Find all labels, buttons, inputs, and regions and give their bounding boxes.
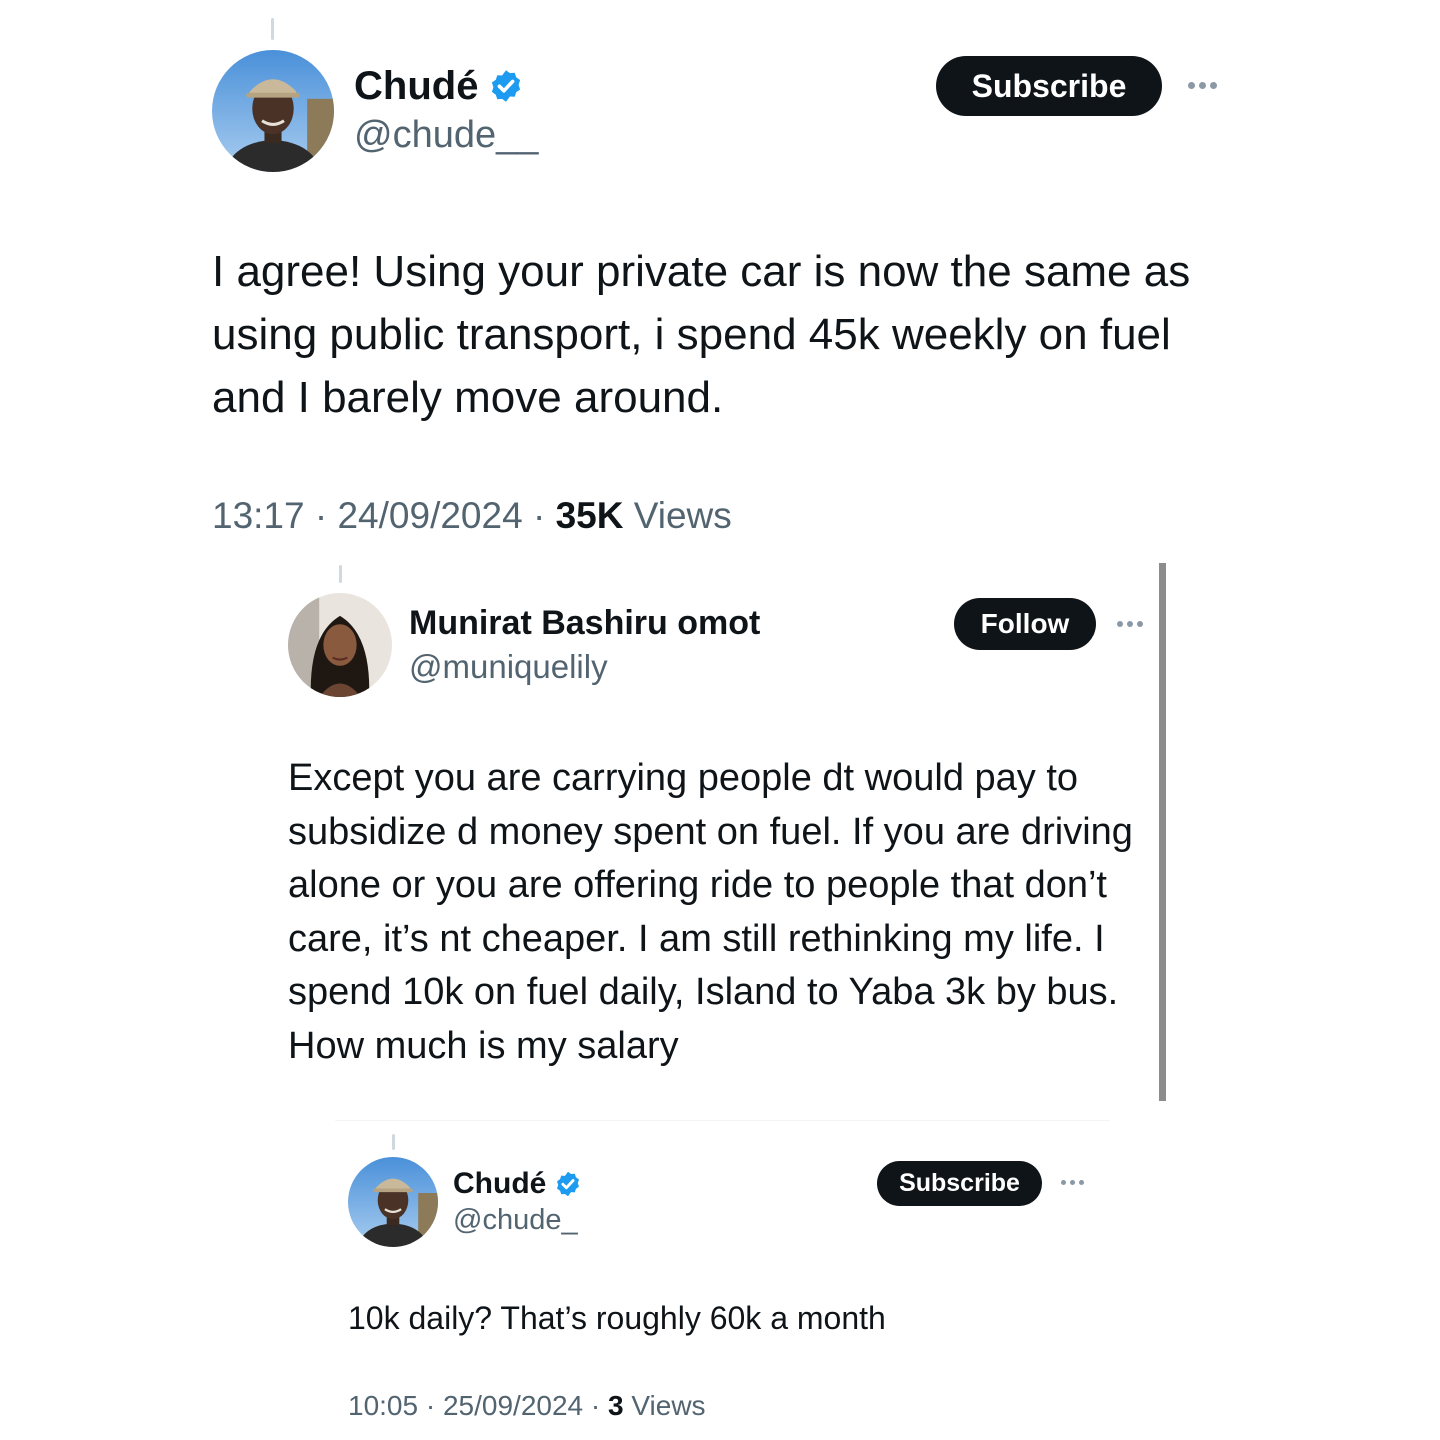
avatar-chude[interactable] bbox=[212, 50, 334, 172]
meta-separator: · bbox=[425, 1390, 436, 1421]
thread-line-top bbox=[271, 18, 274, 40]
follow-button[interactable]: Follow bbox=[954, 598, 1096, 650]
author-name[interactable]: Chudé bbox=[354, 64, 478, 109]
tweet-time[interactable]: 10:05 bbox=[348, 1390, 418, 1421]
verified-badge-icon bbox=[488, 68, 524, 104]
author-name[interactable]: Chudé bbox=[453, 1167, 546, 1201]
more-options-icon[interactable] bbox=[1188, 82, 1217, 89]
tweet-date[interactable]: 24/09/2024 bbox=[337, 495, 522, 536]
tweet-text: Except you are carrying people dt would … bbox=[288, 757, 1133, 1067]
views-label: Views bbox=[633, 495, 732, 536]
tweet-text: I agree! Using your private car is now t… bbox=[212, 247, 1191, 422]
views-count[interactable]: 3 bbox=[608, 1390, 624, 1421]
author-name-row: Munirat Bashiru omot bbox=[409, 602, 760, 644]
thread-line-top bbox=[392, 1134, 395, 1150]
verified-badge-icon bbox=[554, 1170, 582, 1198]
author-handle[interactable]: @chude__ bbox=[354, 114, 538, 157]
thread-line-top bbox=[339, 565, 342, 583]
author-handle[interactable]: @muniquelily bbox=[409, 648, 608, 686]
tweet-text: 10k daily? That’s roughly 60k a month bbox=[348, 1300, 886, 1336]
author-handle[interactable]: @chude_ bbox=[453, 1204, 578, 1237]
views-label: Views bbox=[631, 1390, 706, 1421]
more-options-icon[interactable] bbox=[1061, 1180, 1084, 1185]
quote-side-bar bbox=[1159, 563, 1166, 1101]
divider bbox=[335, 1120, 1110, 1121]
avatar-chude[interactable] bbox=[348, 1157, 438, 1247]
subscribe-button[interactable]: Subscribe bbox=[936, 56, 1162, 116]
author-name-row: Chudé bbox=[453, 1165, 582, 1203]
tweet-time[interactable]: 13:17 bbox=[212, 495, 305, 536]
author-name-row: Chudé bbox=[354, 62, 524, 110]
more-options-icon[interactable] bbox=[1117, 621, 1143, 627]
tweet-meta: 13:17 · 24/09/2024 · 35K Views bbox=[212, 492, 732, 540]
subscribe-button[interactable]: Subscribe bbox=[877, 1161, 1042, 1206]
author-name[interactable]: Munirat Bashiru omot bbox=[409, 604, 760, 643]
avatar-munirat[interactable] bbox=[288, 593, 392, 697]
views-count[interactable]: 35K bbox=[556, 495, 624, 536]
meta-separator: · bbox=[590, 1390, 601, 1421]
tweet-meta: 10:05 · 25/09/2024 · 3 Views bbox=[348, 1388, 706, 1424]
meta-separator: · bbox=[532, 495, 546, 536]
tweet-date[interactable]: 25/09/2024 bbox=[443, 1390, 583, 1421]
meta-separator: · bbox=[314, 495, 328, 536]
